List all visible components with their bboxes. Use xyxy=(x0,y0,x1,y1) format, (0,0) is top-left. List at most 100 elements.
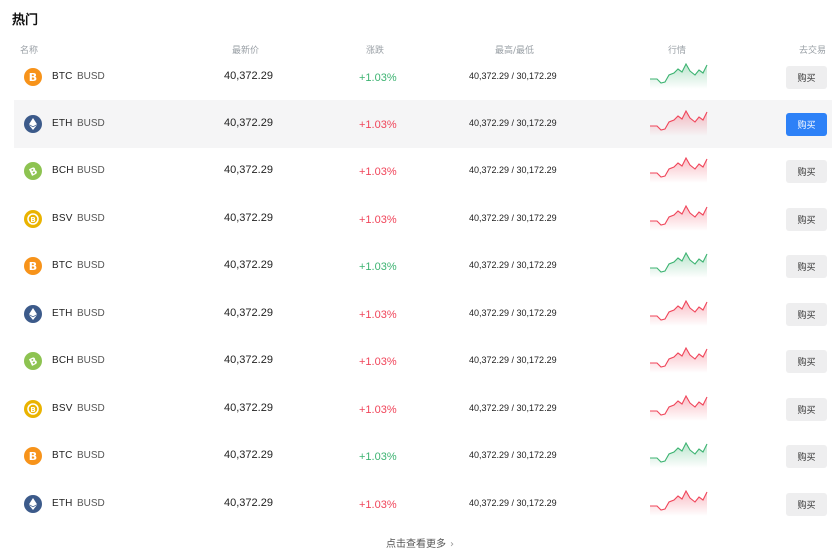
sparkline-chart xyxy=(648,347,710,374)
price-change: +1.03% xyxy=(359,166,397,179)
high-low: 40,372.29 / 30,172.29 xyxy=(469,450,557,461)
quote-symbol: BUSD xyxy=(77,165,105,177)
ethereum-icon xyxy=(24,304,42,323)
sparkline-chart xyxy=(648,109,710,136)
latest-price: 40,372.29 xyxy=(224,449,273,462)
high-low: 40,372.29 / 30,172.29 xyxy=(469,307,557,318)
coin-symbol: ETH xyxy=(52,117,73,129)
svg-text:B: B xyxy=(30,216,35,224)
table-row[interactable]: B BCH BUSD 40,372.29 +1.03% 40,372.29 / 30,17… xyxy=(0,338,840,386)
table-row[interactable]: B BTC BUSD 40,372.29 +1.03% 40,372.29 / 30,17… xyxy=(0,433,840,481)
view-more-label: 点击查看更多 xyxy=(386,539,446,550)
svg-text:B: B xyxy=(30,406,35,414)
table-row[interactable]: B BSV BUSD 40,372.29 +1.03% 40,372.29 / 30,17… xyxy=(0,385,840,433)
coin-symbol: ETH xyxy=(52,307,73,319)
sparkline-chart xyxy=(648,204,710,231)
buy-button[interactable]: 购买 xyxy=(786,492,827,516)
buy-button[interactable]: 购买 xyxy=(786,302,827,326)
latest-price: 40,372.29 xyxy=(224,354,273,367)
latest-price: 40,372.29 xyxy=(224,306,273,319)
chevron-right-icon: › xyxy=(450,539,454,550)
table-row[interactable]: B BTC BUSD 40,372.29 +1.03% 40,372.29 / 30,17… xyxy=(0,54,840,100)
svg-text:B: B xyxy=(29,260,37,273)
price-change: +1.03% xyxy=(359,261,397,274)
high-low: 40,372.29 / 30,172.29 xyxy=(469,355,557,366)
high-low: 40,372.29 / 30,172.29 xyxy=(469,497,557,508)
latest-price: 40,372.29 xyxy=(224,116,273,129)
quote-symbol: BUSD xyxy=(77,117,105,129)
sparkline-chart xyxy=(648,489,710,516)
buy-button[interactable]: 购买 xyxy=(786,207,827,231)
svg-text:B: B xyxy=(29,71,37,84)
bitcoin-sv-icon: B xyxy=(24,209,42,228)
quote-symbol: BUSD xyxy=(77,212,105,224)
quote-symbol: BUSD xyxy=(77,402,105,414)
coin-symbol: BSV xyxy=(52,402,73,414)
coin-symbol: BCH xyxy=(52,355,74,367)
price-change: +1.03% xyxy=(359,451,397,464)
high-low: 40,372.29 / 30,172.29 xyxy=(469,260,557,271)
high-low: 40,372.29 / 30,172.29 xyxy=(469,71,557,81)
section-title: 热门 xyxy=(12,13,39,28)
coin-symbol: ETH xyxy=(52,497,73,509)
bitcoin-icon: B xyxy=(24,447,42,466)
buy-button[interactable]: 购买 xyxy=(786,255,827,279)
buy-button[interactable]: 购买 xyxy=(786,445,827,469)
sparkline-chart xyxy=(648,62,710,89)
latest-price: 40,372.29 xyxy=(224,496,273,509)
coin-symbol: BCH xyxy=(52,165,74,177)
table-row[interactable]: B BTC BUSD 40,372.29 +1.03% 40,372.29 / 30,17… xyxy=(0,243,840,291)
bitcoin-icon: B xyxy=(24,257,42,276)
coin-symbol: BTC xyxy=(52,260,73,272)
sparkline-chart xyxy=(648,157,710,184)
bitcoin-cash-icon: B xyxy=(24,352,42,371)
high-low: 40,372.29 / 30,172.29 xyxy=(469,212,557,223)
quote-symbol: BUSD xyxy=(77,355,105,367)
quote-symbol: BUSD xyxy=(77,71,105,82)
table-row[interactable]: ETH BUSD 40,372.29 +1.03% 40,372.29 / 30,172… xyxy=(0,290,840,338)
latest-price: 40,372.29 xyxy=(224,164,273,177)
sparkline-chart xyxy=(648,299,710,326)
buy-button[interactable]: 购买 xyxy=(786,160,827,184)
coin-symbol: BTC xyxy=(52,71,73,82)
price-change: +1.03% xyxy=(359,118,397,131)
buy-button[interactable]: 购买 xyxy=(786,66,827,89)
bitcoin-sv-icon: B xyxy=(24,399,42,418)
table-row[interactable]: ETH BUSD 40,372.29 +1.03% 40,372.29 / 30,172… xyxy=(14,100,832,148)
quote-symbol: BUSD xyxy=(77,450,105,462)
latest-price: 40,372.29 xyxy=(224,259,273,272)
price-change: +1.03% xyxy=(359,403,397,416)
buy-button[interactable]: 购买 xyxy=(786,397,827,421)
buy-button[interactable]: 购买 xyxy=(786,350,827,374)
table-row[interactable]: ETH BUSD 40,372.29 +1.03% 40,372.29 / 30,172… xyxy=(0,480,840,528)
bitcoin-cash-icon: B xyxy=(24,162,42,181)
high-low: 40,372.29 / 30,172.29 xyxy=(469,402,557,413)
latest-price: 40,372.29 xyxy=(224,401,273,414)
view-more-link[interactable]: 点击查看更多 › xyxy=(0,535,840,550)
sparkline-chart xyxy=(648,394,710,421)
quote-symbol: BUSD xyxy=(77,307,105,319)
quote-symbol: BUSD xyxy=(77,260,105,272)
latest-price: 40,372.29 xyxy=(224,70,273,82)
high-low: 40,372.29 / 30,172.29 xyxy=(469,117,557,128)
ethereum-icon xyxy=(24,494,42,513)
buy-button[interactable]: 购买 xyxy=(786,112,827,136)
high-low: 40,372.29 / 30,172.29 xyxy=(469,165,557,176)
svg-text:B: B xyxy=(29,450,37,463)
ethereum-icon xyxy=(24,114,42,133)
quote-symbol: BUSD xyxy=(77,497,105,509)
latest-price: 40,372.29 xyxy=(224,211,273,224)
table-row[interactable]: B BCH BUSD 40,372.29 +1.03% 40,372.29 / 30,17… xyxy=(0,148,840,196)
sparkline-chart xyxy=(648,442,710,469)
market-table: B BTC BUSD 40,372.29 +1.03% 40,372.29 / 30,17… xyxy=(0,56,840,528)
sparkline-chart xyxy=(648,252,710,279)
table-row[interactable]: B BSV BUSD 40,372.29 +1.03% 40,372.29 / 30,17… xyxy=(0,195,840,243)
price-change: +1.03% xyxy=(359,356,397,369)
price-change: +1.03% xyxy=(359,308,397,321)
price-change: +1.03% xyxy=(359,498,397,511)
coin-symbol: BSV xyxy=(52,212,73,224)
price-change: +1.03% xyxy=(359,72,397,84)
coin-symbol: BTC xyxy=(52,450,73,462)
price-change: +1.03% xyxy=(359,213,397,226)
bitcoin-icon: B xyxy=(24,68,42,86)
